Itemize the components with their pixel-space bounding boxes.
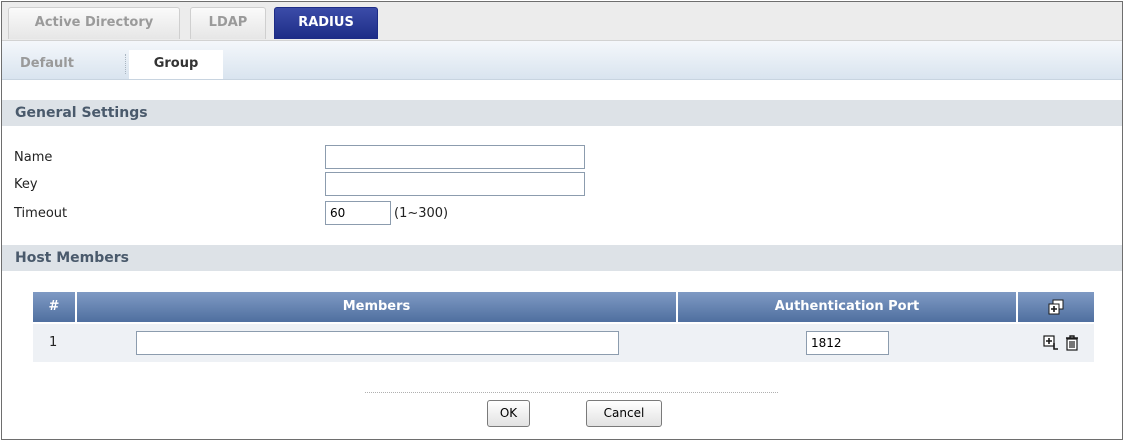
timeout-field[interactable]	[325, 201, 391, 225]
main-tab-bar: Active Directory LDAP RADIUS	[2, 2, 1122, 41]
cancel-button[interactable]: Cancel	[586, 400, 662, 427]
key-label: Key	[14, 177, 38, 192]
member-field[interactable]	[136, 331, 619, 355]
name-field[interactable]	[325, 145, 585, 169]
column-members-header: Members	[77, 292, 676, 322]
button-separator	[365, 392, 778, 393]
delete-icon[interactable]	[1064, 335, 1080, 351]
key-field[interactable]	[325, 172, 585, 196]
subtab-default[interactable]: Default	[20, 50, 116, 79]
column-actions-header	[1018, 292, 1094, 322]
tab-ldap[interactable]: LDAP	[190, 7, 266, 39]
tab-active-directory[interactable]: Active Directory	[8, 7, 180, 39]
radius-group-panel: Active Directory LDAP RADIUS Default Gro…	[1, 1, 1123, 440]
ok-button[interactable]: OK	[487, 400, 530, 427]
auth-port-field[interactable]	[806, 331, 889, 355]
sub-tab-bar: Default Group	[2, 41, 1122, 80]
timeout-range-hint: (1~300)	[394, 206, 449, 221]
host-members-header: Host Members	[2, 245, 1122, 271]
name-label: Name	[14, 150, 53, 165]
add-row-icon[interactable]	[1048, 299, 1064, 315]
insert-icon[interactable]	[1043, 335, 1059, 351]
column-index-header: #	[33, 292, 75, 322]
row-index: 1	[49, 335, 58, 350]
subtab-separator	[125, 54, 126, 74]
timeout-label: Timeout	[14, 206, 68, 221]
tab-radius[interactable]: RADIUS	[274, 7, 378, 39]
column-auth-port-header: Authentication Port	[678, 292, 1016, 322]
subtab-group[interactable]: Group	[129, 50, 223, 79]
general-settings-header: General Settings	[2, 100, 1122, 126]
